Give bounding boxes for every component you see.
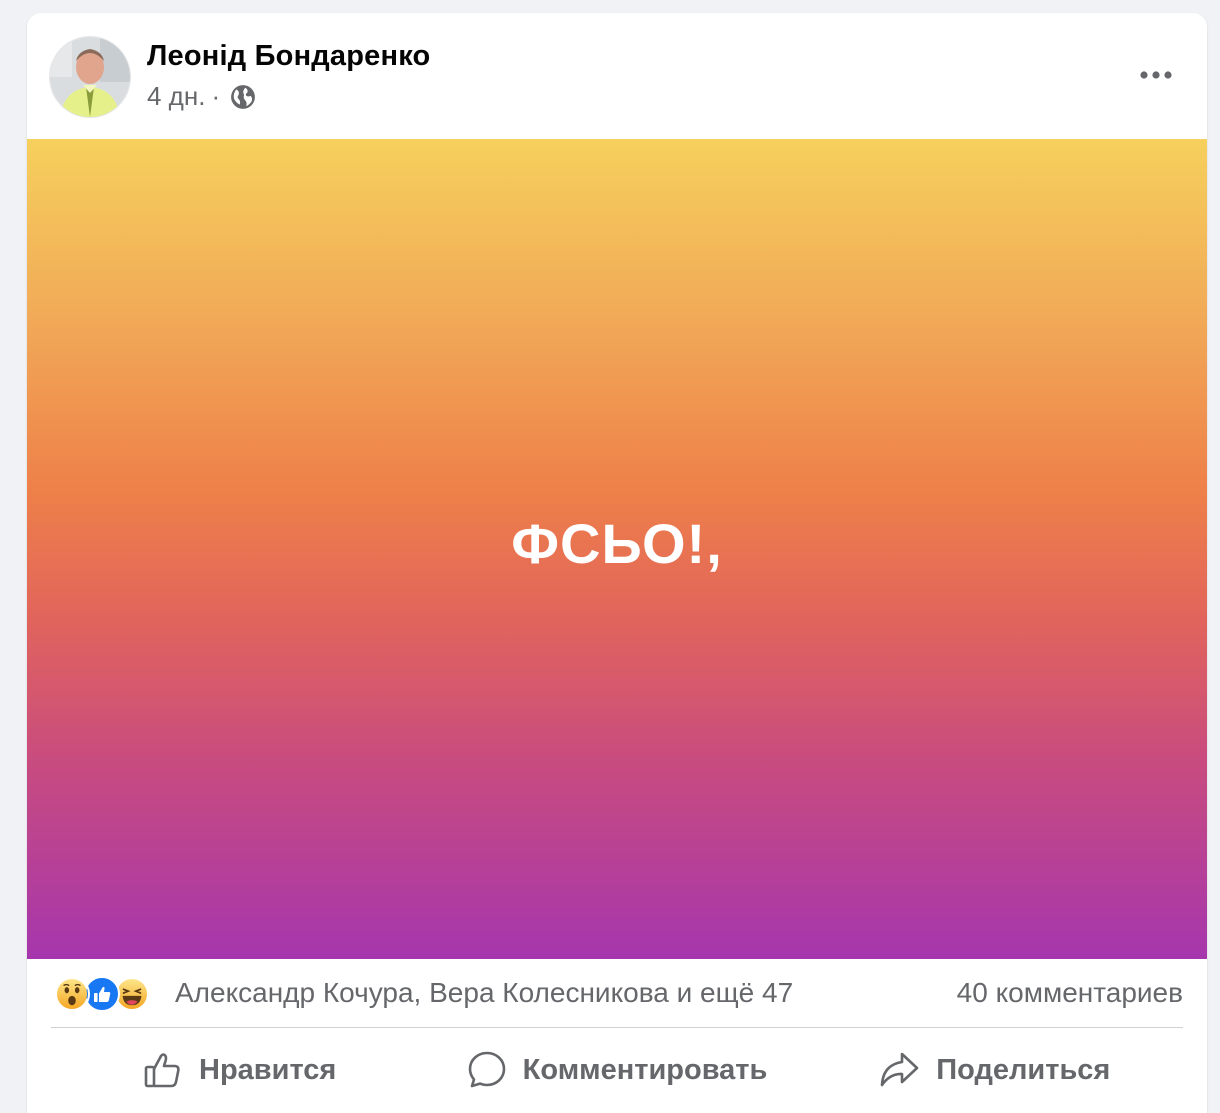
comments-count[interactable]: 40 комментариев: [957, 977, 1183, 1009]
reaction-icons[interactable]: [54, 975, 150, 1013]
wow-reaction-icon: [54, 976, 90, 1012]
globe-icon[interactable]: [230, 84, 256, 110]
like-button[interactable]: Нравится: [51, 1035, 428, 1105]
reactions-summary[interactable]: Александр Кочура, Вера Колесникова и ещё…: [175, 977, 793, 1009]
share-label: Поделиться: [936, 1053, 1111, 1086]
share-button[interactable]: Поделиться: [806, 1035, 1183, 1105]
avatar-photo: [50, 37, 130, 117]
author-avatar[interactable]: [50, 37, 130, 117]
post-time[interactable]: 4 дн.: [147, 81, 205, 112]
post-header: Леонід Бондаренко 4 дн. ·: [27, 13, 1207, 139]
post-actions: Нравится Комментировать Поделиться: [51, 1035, 1183, 1105]
post-stats: Александр Кочура, Вера Колесникова и ещё…: [27, 959, 1207, 1027]
like-label: Нравится: [199, 1053, 337, 1086]
post-card: Леонід Бондаренко 4 дн. · ФСЬО!, Алексан…: [27, 13, 1207, 1113]
comment-button[interactable]: Комментировать: [428, 1035, 805, 1105]
post-menu-button[interactable]: [1127, 55, 1185, 95]
meta-separator: ·: [211, 81, 221, 111]
post-text-background[interactable]: ФСЬО!,: [27, 139, 1207, 959]
author-name[interactable]: Леонід Бондаренко: [147, 40, 430, 73]
more-dots-icon: [1140, 71, 1172, 79]
actions-divider: [51, 1027, 1183, 1028]
post-text: ФСЬО!,: [511, 511, 723, 575]
comment-label: Комментировать: [522, 1053, 768, 1086]
thumbs-up-icon: [144, 1053, 180, 1088]
comment-bubble-icon: [468, 1051, 505, 1088]
share-arrow-icon: [880, 1052, 919, 1087]
post-meta: 4 дн. ·: [147, 81, 256, 112]
